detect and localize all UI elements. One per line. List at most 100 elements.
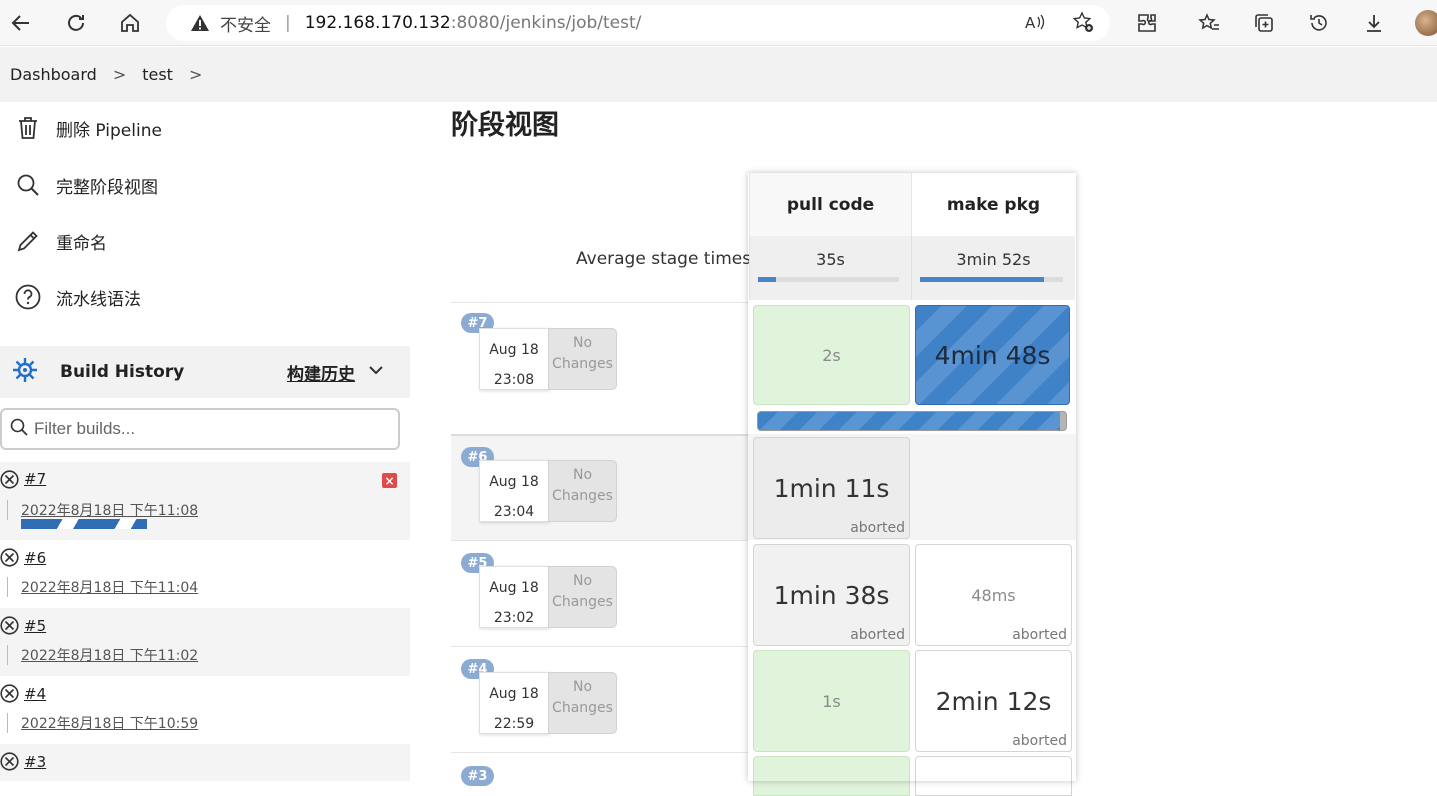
url-path: :8080/jenkins/job/test/ xyxy=(450,13,642,33)
build-history-header: Build History 构建历史 xyxy=(0,346,410,398)
build-history-row: #5 2022年8月18日 下午11:02 xyxy=(0,608,410,676)
stage-cell-running[interactable]: 4min 48s xyxy=(915,305,1070,405)
history-icon[interactable] xyxy=(1303,7,1335,39)
insecure-label: 不安全 xyxy=(220,15,271,36)
stage-header: make pkg xyxy=(911,173,1075,236)
stage-average: 35s xyxy=(749,236,911,300)
run-date: Aug 18 xyxy=(489,342,539,358)
run-time: 23:08 xyxy=(493,372,535,388)
build-progress-bar xyxy=(21,519,147,529)
task-rename[interactable]: 重命名 xyxy=(0,217,410,265)
stage-cell[interactable]: 2min 12s aborted xyxy=(915,650,1072,752)
no-changes-box[interactable]: No Changes xyxy=(548,566,617,628)
run-time: 23:04 xyxy=(493,504,535,520)
average-times-label: Average stage times: xyxy=(576,249,757,269)
run-date: Aug 18 xyxy=(489,580,539,596)
stage-cell[interactable]: 1min 38s aborted xyxy=(753,544,910,646)
stage-cell-duration: 1min 38s xyxy=(773,580,890,610)
stage-cell[interactable]: 48ms aborted xyxy=(915,544,1072,646)
extensions-icon[interactable] xyxy=(1131,7,1163,39)
chevron-down-icon[interactable] xyxy=(368,362,384,382)
stage-cell[interactable] xyxy=(753,756,910,796)
stage-cell-duration: 2min 12s xyxy=(935,686,1052,716)
favorites-icon[interactable] xyxy=(1193,7,1225,39)
stop-build-icon[interactable]: × xyxy=(382,473,397,488)
aborted-status-icon xyxy=(0,684,19,707)
build-time-link[interactable]: 2022年8月18日 下午11:04 xyxy=(21,577,198,597)
back-icon[interactable] xyxy=(5,7,37,39)
stage-average-bar xyxy=(758,277,899,282)
add-favorite-icon[interactable] xyxy=(1072,11,1094,38)
filter-builds-input[interactable] xyxy=(34,419,374,439)
build-time-link[interactable]: 2022年8月18日 下午11:08 xyxy=(21,500,198,520)
aborted-label: aborted xyxy=(850,627,905,643)
build-number-link[interactable]: #3 xyxy=(24,753,46,771)
stage-average-fill xyxy=(920,277,1045,282)
build-number-link[interactable]: #6 xyxy=(24,549,46,567)
stage-cell[interactable]: 2s xyxy=(753,305,910,405)
aborted-status-icon xyxy=(0,752,19,775)
build-history-row: #3 xyxy=(0,744,410,781)
stage-average: 3min 52s xyxy=(911,236,1075,300)
run-progress-bar xyxy=(757,411,1067,431)
run-badge[interactable]: #3 xyxy=(461,766,494,786)
stage-cell[interactable]: 1min 11s aborted xyxy=(753,437,910,539)
address-bar[interactable]: 不安全 | 192.168.170.132:8080/jenkins/job/t… xyxy=(166,5,1110,41)
run-summary[interactable]: #3 xyxy=(451,752,748,786)
timeline-divider xyxy=(7,500,8,520)
task-pipeline-syntax[interactable]: 流水线语法 xyxy=(0,273,410,321)
task-label: 流水线语法 xyxy=(56,289,141,310)
chevron-right-icon[interactable]: > xyxy=(189,65,202,84)
task-label: 重命名 xyxy=(56,233,107,254)
search-icon xyxy=(10,418,28,440)
address-separator: | xyxy=(285,13,291,33)
stage-cell[interactable] xyxy=(915,756,1072,796)
build-trend-link[interactable]: 构建历史 xyxy=(287,360,355,385)
build-number-link[interactable]: #5 xyxy=(24,617,46,635)
collections-icon[interactable] xyxy=(1248,7,1280,39)
aborted-status-icon xyxy=(0,616,19,639)
timeline-divider xyxy=(7,645,8,665)
stage-cell-duration: 48ms xyxy=(971,585,1016,605)
breadcrumb-dashboard[interactable]: Dashboard xyxy=(10,65,97,84)
stage-average-value: 3min 52s xyxy=(956,250,1031,269)
task-label: 完整阶段视图 xyxy=(56,177,158,198)
run-progress-fill xyxy=(758,412,1060,430)
run-date-box: Aug 18 23:04 xyxy=(479,460,549,522)
task-delete-pipeline[interactable]: 删除 Pipeline xyxy=(0,104,410,152)
no-changes-box[interactable]: No Changes xyxy=(548,460,617,522)
run-summary[interactable]: #7 Aug 18 23:08 No Changes xyxy=(451,302,748,406)
task-full-stage-view[interactable]: 完整阶段视图 xyxy=(0,161,410,209)
build-number-link[interactable]: #7 xyxy=(24,470,46,488)
task-label: 删除 Pipeline xyxy=(56,120,162,141)
run-date: Aug 18 xyxy=(489,686,539,702)
stage-average-value: 35s xyxy=(816,250,845,269)
filter-builds-field[interactable] xyxy=(0,408,400,450)
timeline-divider xyxy=(7,713,8,733)
read-aloud-icon[interactable]: A xyxy=(1024,11,1046,38)
url-host: 192.168.170.132 xyxy=(304,13,451,33)
breadcrumb-job[interactable]: test xyxy=(142,65,173,84)
run-date-box: Aug 18 23:02 xyxy=(479,566,549,628)
build-time-link[interactable]: 2022年8月18日 下午11:02 xyxy=(21,645,198,665)
profile-avatar[interactable] xyxy=(1415,10,1437,36)
no-changes-box[interactable]: No Changes xyxy=(548,672,617,734)
run-summary[interactable]: #4 Aug 18 22:59 No Changes xyxy=(451,646,748,752)
build-history-row: #6 2022年8月18日 下午11:04 xyxy=(0,540,410,608)
aborted-label: aborted xyxy=(1012,733,1067,749)
no-changes-box[interactable]: No Changes xyxy=(548,328,617,390)
chevron-right-icon[interactable]: > xyxy=(113,65,126,84)
refresh-icon[interactable] xyxy=(60,7,92,39)
home-icon[interactable] xyxy=(114,7,146,39)
svg-text:A: A xyxy=(1025,14,1036,32)
run-time: 23:02 xyxy=(493,610,535,626)
run-date-box: Aug 18 22:59 xyxy=(479,672,549,734)
build-number-link[interactable]: #4 xyxy=(24,685,46,703)
downloads-icon[interactable] xyxy=(1358,7,1390,39)
build-time-link[interactable]: 2022年8月18日 下午10:59 xyxy=(21,713,198,733)
stage-average-fill xyxy=(758,277,777,282)
stage-cell[interactable]: 1s xyxy=(753,650,910,752)
run-summary[interactable]: #5 Aug 18 23:02 No Changes xyxy=(451,540,748,646)
build-history-icon xyxy=(12,357,38,387)
run-summary[interactable]: #6 Aug 18 23:04 No Changes xyxy=(451,434,748,540)
